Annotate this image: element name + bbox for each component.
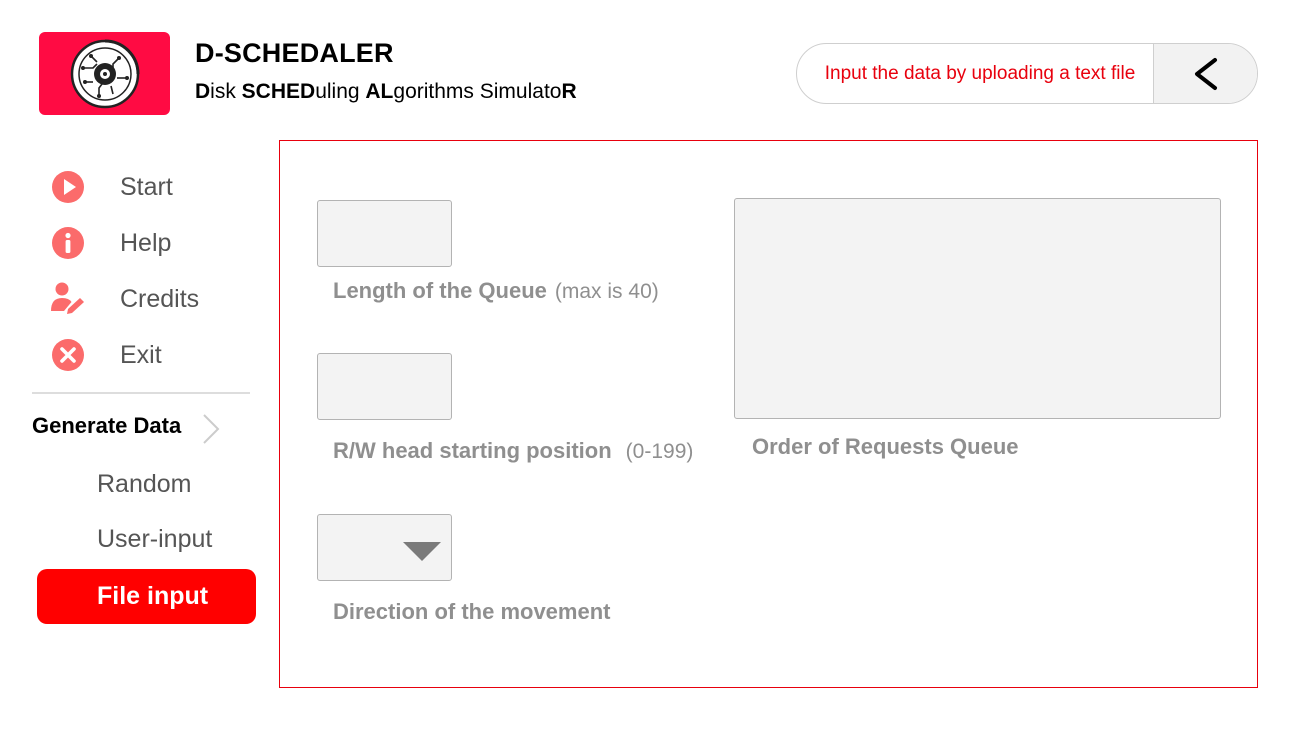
sidebar-item-label: Help — [120, 228, 172, 257]
info-icon — [50, 225, 86, 261]
head-position-hint: (0-199) — [625, 440, 694, 463]
queue-length-hint: (max is 40) — [554, 280, 659, 303]
header-hint-pill: Input the data by uploading a text file — [796, 43, 1258, 104]
sidebar-item-help[interactable]: Help — [50, 225, 171, 261]
chevron-left-icon — [1194, 57, 1217, 90]
close-circle-icon — [50, 337, 86, 373]
sidebar-item-start[interactable]: Start — [50, 169, 173, 205]
sidebar-item-label: Credits — [120, 284, 200, 313]
generate-option-random[interactable]: Random — [97, 470, 192, 499]
direction-select[interactable] — [317, 514, 452, 581]
queue-length-label: Length of the Queue (max is 40) — [333, 278, 659, 303]
sidebar-item-credits[interactable]: Credits — [50, 281, 199, 317]
caret-down-icon — [403, 542, 441, 561]
sidebar-item-exit[interactable]: Exit — [50, 337, 162, 373]
direction-label: Direction of the movement — [333, 599, 611, 624]
app-logo — [39, 32, 170, 115]
generate-option-user-input[interactable]: User-input — [97, 525, 212, 554]
play-icon — [50, 169, 86, 205]
app-subtitle: Disk SCHEDuling ALgorithms SimulatoR — [195, 80, 577, 103]
queue-length-input[interactable] — [317, 200, 452, 267]
disk-logo-icon — [70, 39, 139, 108]
app-title: D-SCHEDALER — [195, 38, 394, 68]
sidebar-divider — [32, 392, 250, 394]
user-pen-icon — [50, 281, 86, 317]
chevron-right-icon — [203, 414, 220, 444]
requests-queue-textarea[interactable] — [734, 198, 1221, 419]
head-position-input[interactable] — [317, 353, 452, 420]
requests-queue-label: Order of Requests Queue — [752, 434, 1019, 459]
head-position-label: R/W head starting position (0-199) — [333, 438, 694, 463]
sidebar-item-label: Exit — [120, 340, 162, 369]
sidebar-item-label: Start — [120, 172, 173, 201]
generate-option-file-input[interactable]: File input — [37, 569, 256, 624]
back-button[interactable] — [1153, 44, 1257, 103]
instruction-text: Input the data by uploading a text file — [824, 62, 1136, 84]
generate-data-heading[interactable]: Generate Data — [32, 413, 181, 439]
